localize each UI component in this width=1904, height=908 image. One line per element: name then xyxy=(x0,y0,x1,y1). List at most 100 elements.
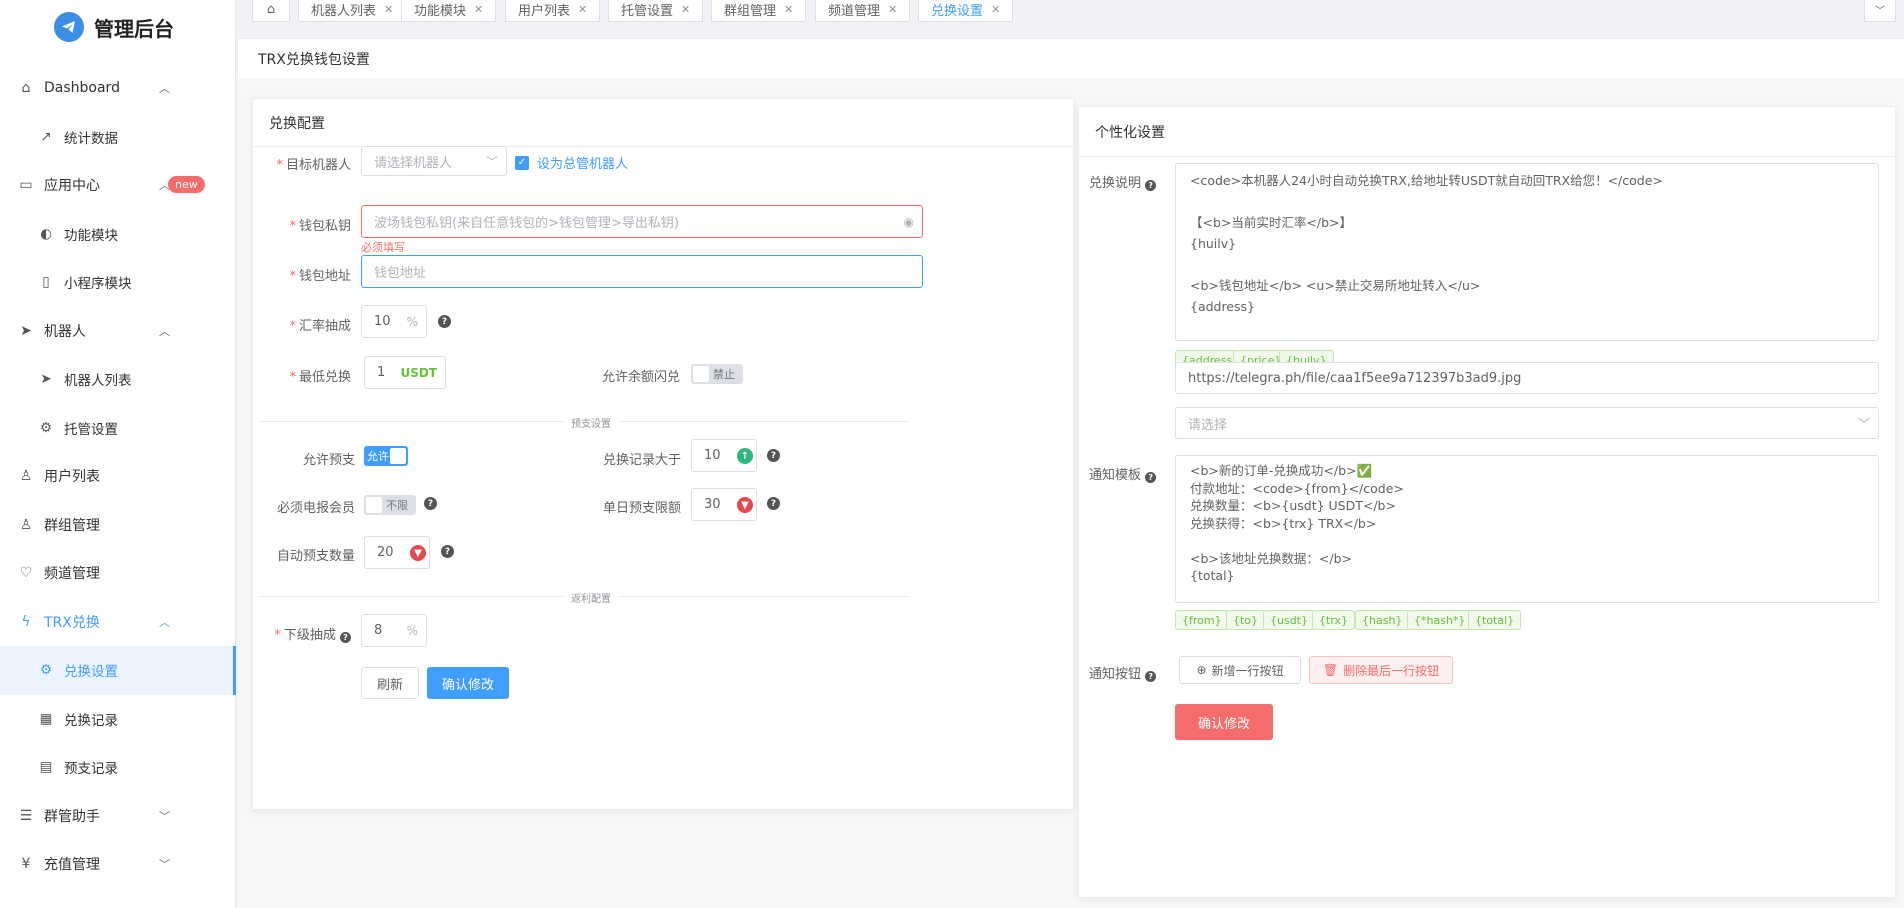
sidebar-item-robot-list[interactable]: ➤ 机器人列表 xyxy=(0,355,236,404)
close-icon[interactable]: ✕ xyxy=(888,3,897,16)
confirm-button[interactable]: 确认修改 xyxy=(427,667,509,699)
sidebar-item-hosting[interactable]: ⚙ 托管设置 xyxy=(0,404,236,453)
target-robot-select[interactable]: 请选择机器人 ﹀ xyxy=(361,146,507,176)
help-icon[interactable]: ? xyxy=(441,545,454,558)
help-icon[interactable]: ? xyxy=(340,632,351,643)
sub-cut-input[interactable]: 8% xyxy=(361,614,427,647)
input-value: 20 xyxy=(377,545,394,560)
content-area: 兑换配置 * 目标机器人 请选择机器人 ﹀ ✓ 设为总管机器人 * 钱包私钥 波场钱包私… xyxy=(238,78,1904,908)
tag-hash[interactable]: {hash} xyxy=(1355,610,1410,630)
wallet-addr-input[interactable]: 钱包地址 xyxy=(361,255,923,288)
desc-label: 兑换说明 ? xyxy=(1089,172,1163,191)
input-value: https://telegra.ph/file/caa1f5ee9a712397… xyxy=(1188,370,1522,386)
tab-robot-list[interactable]: 机器人列表 ✕ xyxy=(298,0,407,22)
sidebar-item-advance-records[interactable]: ▤ 预支记录 xyxy=(0,743,236,792)
sidebar-item-stats[interactable]: ↗ 统计数据 xyxy=(0,113,236,162)
help-icon[interactable]: ? xyxy=(438,315,451,328)
gear-icon: ⚙ xyxy=(39,662,53,679)
tag-from[interactable]: {from} xyxy=(1175,610,1229,630)
chevron-down-icon: ﹀ xyxy=(159,809,170,823)
home-icon: ⌂ xyxy=(21,80,31,97)
tab-hosting[interactable]: 托管设置 ✕ xyxy=(608,0,704,22)
sidebar-item-label: 功能模块 xyxy=(64,227,118,244)
close-icon[interactable]: ✕ xyxy=(784,3,793,16)
set-master-checkbox[interactable]: ✓ 设为总管机器人 xyxy=(515,153,628,172)
tab-users[interactable]: 用户列表 ✕ xyxy=(505,0,601,22)
add-row-button[interactable]: ⊕ 新增一行按钮 xyxy=(1179,656,1301,684)
help-icon[interactable]: ? xyxy=(424,497,437,510)
sidebar-item-app-center[interactable]: ▭ 应用中心 new ︿ xyxy=(0,161,236,210)
sliders-icon: ☰ xyxy=(19,807,33,824)
allow-advance-switch[interactable]: 允许 xyxy=(364,446,408,466)
desc-textarea[interactable]: <code>本机器人24小时自动兑换TRX,给地址转USDT就自动回TRX给您！… xyxy=(1175,163,1879,341)
switch-text: 禁止 xyxy=(713,368,735,381)
tab-exchange-settings[interactable]: 兑换设置 ✕ xyxy=(918,0,1014,22)
option-select[interactable]: 请选择 ﹀ xyxy=(1175,407,1879,439)
sidebar-item-label: 充值管理 xyxy=(44,857,100,874)
tag-to[interactable]: {to} xyxy=(1226,610,1266,630)
sidebar-item-label: 群管助手 xyxy=(44,808,100,825)
help-icon[interactable]: ? xyxy=(1145,472,1157,483)
label-text: 通知按钮 xyxy=(1089,667,1142,682)
sidebar-item-exchange-records[interactable]: ▦ 兑换记录 xyxy=(0,695,236,744)
sidebar-item-func-module[interactable]: ◐ 功能模块 xyxy=(0,210,236,259)
chevron-up-icon: ︿ xyxy=(159,615,170,629)
tab-groups[interactable]: 群组管理 ✕ xyxy=(711,0,807,22)
users-icon: ♙ xyxy=(19,516,33,533)
tab-label: 频道管理 xyxy=(828,3,881,19)
sidebar-item-groups[interactable]: ♙ 群组管理 xyxy=(0,501,236,550)
close-icon[interactable]: ✕ xyxy=(578,3,587,16)
image-url-input[interactable]: https://telegra.ph/file/caa1f5ee9a712397… xyxy=(1175,362,1879,394)
tag-trx[interactable]: {trx} xyxy=(1312,610,1356,630)
rate-cut-input[interactable]: 10% xyxy=(361,305,427,338)
wallet-key-input[interactable]: 波场钱包私钥(来自任意钱包的>钱包管理>导出私钥) ◉ xyxy=(361,205,923,238)
box-icon: ▭ xyxy=(19,177,33,194)
tab-label: 用户列表 xyxy=(518,3,571,19)
label-text: 最低兑换 xyxy=(298,370,351,385)
tab-func-module[interactable]: 功能模块 ✕ xyxy=(401,0,497,22)
sidebar-item-label: 应用中心 xyxy=(44,178,100,195)
sidebar-item-recharge[interactable]: ¥ 充值管理 ﹀ xyxy=(0,840,236,889)
close-icon[interactable]: ✕ xyxy=(474,3,483,16)
sidebar-item-label: 托管设置 xyxy=(64,421,118,438)
input-value: 10 xyxy=(704,448,721,463)
sidebar-item-mini-module[interactable]: ▯ 小程序模块 xyxy=(0,258,236,307)
eye-icon[interactable]: ◉ xyxy=(904,215,914,229)
tab-home[interactable]: ⌂ xyxy=(252,0,290,22)
sidebar-item-label: 群组管理 xyxy=(44,517,100,534)
help-icon[interactable]: ? xyxy=(767,497,780,510)
help-icon[interactable]: ? xyxy=(1145,671,1157,682)
notify-textarea[interactable]: <b>新的订单-兑换成功</b>✅ 付款地址：<code>{from}</cod… xyxy=(1175,455,1879,603)
advance-divider-label: 预支设置 xyxy=(563,415,619,430)
help-icon[interactable]: ? xyxy=(1145,180,1157,191)
close-icon[interactable]: ✕ xyxy=(991,3,1000,16)
check-icon: ✓ xyxy=(515,155,529,170)
sidebar-item-users[interactable]: ♙ 用户列表 xyxy=(0,452,236,501)
min-exchange-input[interactable]: 1 USDT xyxy=(364,356,446,389)
close-icon[interactable]: ✕ xyxy=(384,3,393,16)
sidebar-item-channels[interactable]: ♡ 频道管理 xyxy=(0,549,236,598)
usdt-suffix: USDT xyxy=(400,365,437,380)
allow-flash-switch[interactable]: 禁止 xyxy=(691,364,743,384)
tag-hash-bold[interactable]: {*hash*} xyxy=(1407,610,1473,630)
sidebar-item-trx[interactable]: ϟ TRX兑换 ︿ xyxy=(0,598,236,647)
help-icon[interactable]: ? xyxy=(767,449,780,462)
heart-icon: ♡ xyxy=(19,565,33,582)
placeholder: 请选择 xyxy=(1188,417,1228,433)
delete-row-button[interactable]: 🗑 删除最后一行按钮 xyxy=(1309,656,1453,684)
user-icon: ♙ xyxy=(19,468,33,485)
tag-usdt[interactable]: {usdt} xyxy=(1263,610,1315,630)
confirm-button[interactable]: 确认修改 xyxy=(1175,704,1273,740)
refresh-button[interactable]: 刷新 xyxy=(361,667,419,699)
sidebar-item-exchange-settings[interactable]: ⚙ 兑换设置 xyxy=(0,646,236,695)
sidebar-item-robot[interactable]: ➤ 机器人 ︿ xyxy=(0,307,236,356)
sidebar-item-label: TRX兑换 xyxy=(44,614,100,631)
tag-total[interactable]: {total} xyxy=(1468,610,1522,630)
must-premium-switch[interactable]: 不限 xyxy=(364,495,416,515)
tabs-dropdown[interactable]: ﹀ xyxy=(1864,0,1896,22)
logo[interactable]: 管理后台 xyxy=(54,12,174,42)
close-icon[interactable]: ✕ xyxy=(681,3,690,16)
sidebar-item-dashboard[interactable]: ⌂ Dashboard ︿ xyxy=(0,64,236,113)
sidebar-item-group-helper[interactable]: ☰ 群管助手 ﹀ xyxy=(0,792,236,841)
tab-channels[interactable]: 频道管理 ✕ xyxy=(815,0,911,22)
